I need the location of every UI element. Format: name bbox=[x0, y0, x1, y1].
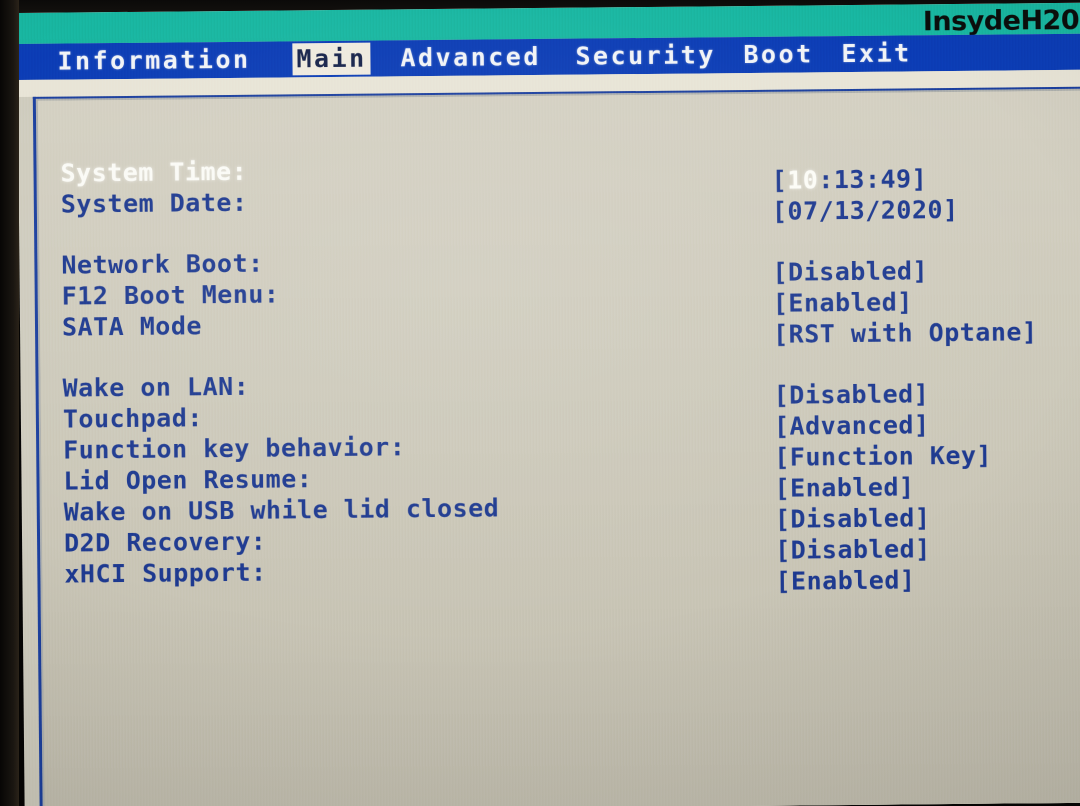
settings-panel: System Time: System Date: Network Boot: … bbox=[32, 86, 1080, 806]
tab-main[interactable]: Main bbox=[292, 42, 371, 76]
setting-value-wake-on-usb-while-lid-closed[interactable]: [Disabled] bbox=[775, 503, 931, 533]
setting-label-d2d-recovery[interactable]: D2D Recovery: bbox=[64, 527, 266, 558]
setting-label-wake-on-usb-while-lid-closed[interactable]: Wake on USB while lid closed bbox=[64, 493, 500, 526]
setting-value-system-time[interactable]: [10:13:49] bbox=[772, 164, 928, 194]
setting-label-touchpad[interactable]: Touchpad: bbox=[63, 403, 203, 433]
firmware-brand-label: InsydeH20 bbox=[922, 4, 1080, 38]
tab-boot[interactable]: Boot bbox=[743, 39, 813, 69]
setting-value-lid-open-resume[interactable]: [Enabled] bbox=[774, 472, 914, 502]
tab-exit[interactable]: Exit bbox=[841, 38, 911, 68]
system-time-text: [10:13:49] bbox=[771, 164, 928, 195]
setting-label-wake-on-lan[interactable]: Wake on LAN: bbox=[62, 372, 249, 403]
laptop-bezel-left bbox=[0, 0, 19, 806]
setting-label-f12-boot-menu[interactable]: F12 Boot Menu: bbox=[62, 279, 280, 310]
setting-value-wake-on-lan[interactable]: [Disabled] bbox=[774, 379, 930, 409]
setting-value-d2d-recovery[interactable]: [Disabled] bbox=[775, 534, 931, 564]
tab-advanced[interactable]: Advanced bbox=[400, 42, 541, 72]
setting-label-network-boot[interactable]: Network Boot: bbox=[61, 249, 263, 280]
setting-value-xhci-support[interactable]: [Enabled] bbox=[775, 565, 915, 595]
setting-value-system-date[interactable]: [07/13/2020] bbox=[772, 195, 959, 226]
bios-setup-utility-screen: InsydeH20 Information Main Advanced Secu… bbox=[17, 2, 1080, 806]
setting-value-touchpad[interactable]: [Advanced] bbox=[774, 410, 930, 440]
setting-label-xhci-support[interactable]: xHCI Support: bbox=[64, 558, 266, 589]
setting-label-function-key-behavior[interactable]: Function key behavior: bbox=[63, 432, 405, 464]
setting-value-function-key-behavior[interactable]: [Function Key] bbox=[774, 441, 992, 472]
tab-security[interactable]: Security bbox=[575, 40, 716, 70]
system-time-hour-field[interactable]: 10 bbox=[787, 165, 818, 194]
tab-information[interactable]: Information bbox=[57, 45, 250, 76]
setting-value-sata-mode[interactable]: [RST with Optane] bbox=[773, 317, 1038, 349]
setting-value-network-boot[interactable]: [Disabled] bbox=[772, 256, 928, 286]
setting-label-system-time[interactable]: System Time: bbox=[60, 157, 247, 188]
setting-value-f12-boot-menu[interactable]: [Enabled] bbox=[773, 287, 913, 317]
setting-label-sata-mode[interactable]: SATA Mode bbox=[62, 311, 202, 341]
settings-panel-inner: System Time: System Date: Network Boot: … bbox=[37, 90, 1080, 806]
bios-screen-photo: InsydeH20 Information Main Advanced Secu… bbox=[0, 0, 1080, 806]
setting-label-lid-open-resume[interactable]: Lid Open Resume: bbox=[63, 464, 312, 495]
setting-label-system-date[interactable]: System Date: bbox=[61, 188, 248, 219]
